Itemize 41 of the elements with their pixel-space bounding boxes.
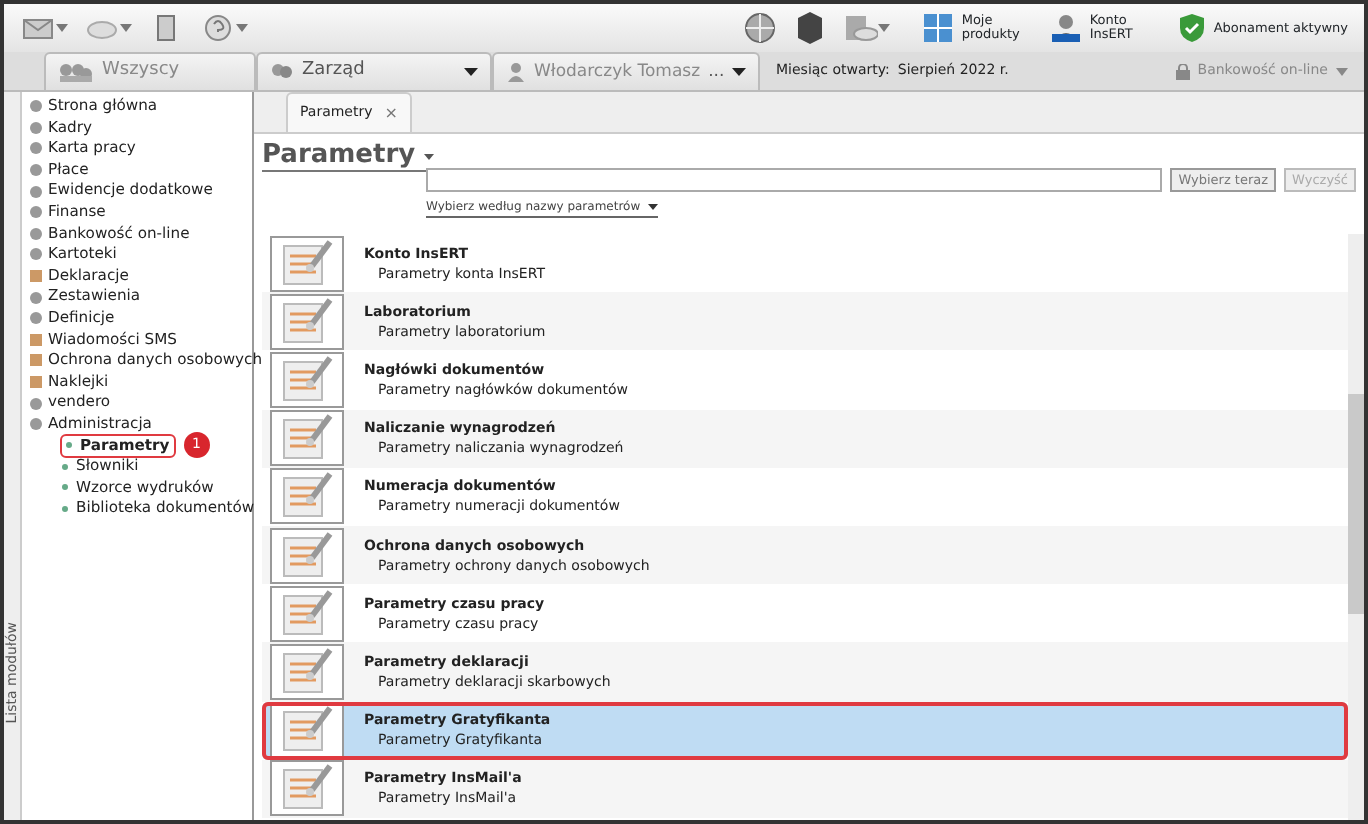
- search-field[interactable]: [426, 168, 1163, 192]
- document-edit-icon: [270, 702, 344, 759]
- group-icon: [270, 62, 294, 82]
- shield-check-icon: [1177, 12, 1206, 44]
- lock-icon: [1175, 63, 1190, 79]
- grid-icon: [921, 12, 954, 44]
- bullet-icon: [62, 463, 68, 470]
- document-edit-icon: [270, 585, 344, 642]
- bullet-icon: [62, 484, 68, 491]
- group-dropdown[interactable]: Zarząd: [256, 52, 492, 90]
- caret-icon: [120, 24, 132, 32]
- caret-icon: [423, 153, 434, 159]
- document-edit-icon: [270, 235, 344, 292]
- bullet-icon: [62, 506, 68, 513]
- document-edit-icon: [270, 527, 344, 584]
- document-edit-icon: [270, 760, 344, 817]
- caret-icon: [56, 24, 68, 32]
- document-edit-icon: [270, 293, 344, 350]
- person-dropdown[interactable]: Włodarczyk Tomasz ...: [492, 52, 760, 90]
- person-icon: [506, 62, 526, 82]
- document-edit-icon: [270, 351, 344, 408]
- caret-icon: [1336, 67, 1348, 75]
- caret-icon: [877, 24, 890, 32]
- toolbar-button[interactable]: [841, 10, 890, 46]
- user-icon: [1049, 12, 1082, 44]
- document-edit-icon: [270, 643, 344, 700]
- help-icon: [200, 10, 236, 46]
- scrollbar[interactable]: [1348, 234, 1364, 820]
- caret-icon: [648, 204, 659, 210]
- toolbar-button[interactable]: [200, 10, 248, 46]
- scrollbar-thumb[interactable]: [1348, 394, 1364, 614]
- caret-icon: [464, 68, 478, 76]
- caret-icon: [732, 68, 747, 76]
- cube-icon: [793, 10, 826, 46]
- document-edit-icon: [270, 468, 344, 525]
- globe-icon: [741, 10, 778, 46]
- bullet-icon: [66, 442, 72, 449]
- close-icon[interactable]: ×: [384, 101, 398, 125]
- caret-icon: [236, 24, 248, 32]
- group-icon: [58, 62, 94, 82]
- document-edit-icon: [270, 410, 344, 467]
